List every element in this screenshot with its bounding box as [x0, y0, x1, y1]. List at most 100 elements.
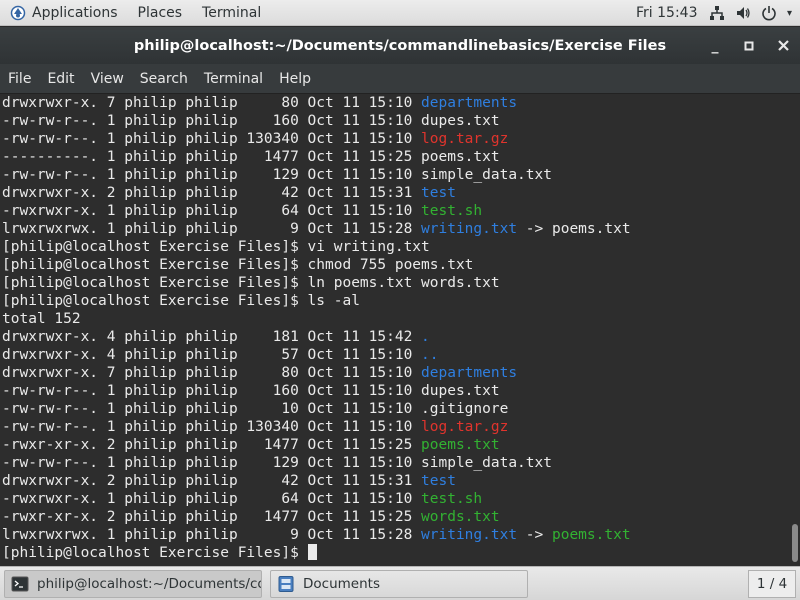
- menu-file[interactable]: File: [0, 71, 39, 87]
- terminal-line-text: -rw-rw-r--. 1 philip philip 130340 Oct 1…: [2, 419, 422, 435]
- terminal-line: drwxrwxr-x. 7 philip philip 80 Oct 11 15…: [0, 364, 790, 382]
- terminal-line: -rwxrwxr-x. 1 philip philip 64 Oct 11 15…: [0, 490, 790, 508]
- menu-view[interactable]: View: [83, 71, 132, 87]
- places-label: Places: [137, 4, 183, 21]
- file-name: .gitignore: [421, 401, 509, 417]
- taskbar-item-label: Documents: [303, 576, 380, 592]
- symlink-target: poems.txt: [551, 221, 631, 237]
- power-icon: [761, 5, 777, 21]
- terminal-line-text: -rw-rw-r--. 1 philip philip 129 Oct 11 1…: [2, 455, 422, 471]
- menu-bar: File Edit View Search Terminal Help: [0, 64, 800, 94]
- terminal-line-text: total 152: [2, 311, 81, 327]
- terminal-line-text: -rw-rw-r--. 1 philip philip 129 Oct 11 1…: [2, 167, 422, 183]
- menu-help[interactable]: Help: [271, 71, 319, 87]
- workspace-indicator: 1 / 4: [756, 576, 788, 592]
- file-name: log.tar.gz: [421, 131, 509, 147]
- file-name: simple_data.txt: [421, 455, 552, 471]
- shell-prompt: [philip@localhost Exercise Files]$: [2, 545, 308, 561]
- terminal-line-text: -rwxr-xr-x. 2 philip philip 1477 Oct 11 …: [2, 437, 422, 453]
- terminal-line-text: [philip@localhost Exercise Files]$ ls -a…: [2, 293, 360, 309]
- terminal-line: total 152: [0, 310, 790, 328]
- terminal-line: ----------. 1 philip philip 1477 Oct 11 …: [0, 148, 790, 166]
- terminal-line-text: -rwxrwxr-x. 1 philip philip 64 Oct 11 15…: [2, 203, 422, 219]
- file-name: test.sh: [421, 491, 483, 507]
- places-menu[interactable]: Places: [128, 0, 193, 26]
- terminal-line: [philip@localhost Exercise Files]$ chmod…: [0, 256, 790, 274]
- scrollbar-thumb[interactable]: [792, 524, 798, 562]
- terminal-line-text: drwxrwxr-x. 7 philip philip 80 Oct 11 15…: [2, 95, 422, 111]
- menu-terminal[interactable]: Terminal: [196, 71, 271, 87]
- symlink-target: poems.txt: [551, 527, 631, 543]
- window-title: philip@localhost:~/Documents/commandline…: [133, 37, 667, 54]
- chevron-down-icon: ▾: [786, 7, 792, 19]
- clock[interactable]: Fri 15:43: [636, 0, 697, 26]
- terminal-line: [philip@localhost Exercise Files]$ ln po…: [0, 274, 790, 292]
- terminal-line-text: ----------. 1 philip philip 1477 Oct 11 …: [2, 149, 422, 165]
- terminal-line: -rw-rw-r--. 1 philip philip 160 Oct 11 1…: [0, 112, 790, 130]
- terminal-line-text: lrwxrwxrwx. 1 philip philip 9 Oct 11 15:…: [2, 221, 422, 237]
- terminal-line: drwxrwxr-x. 4 philip philip 181 Oct 11 1…: [0, 328, 790, 346]
- file-name: simple_data.txt: [421, 167, 552, 183]
- terminal-line: -rwxrwxr-x. 1 philip philip 64 Oct 11 15…: [0, 202, 790, 220]
- workspace-pager[interactable]: 1 / 4: [748, 570, 796, 598]
- terminal-line-text: drwxrwxr-x. 4 philip philip 181 Oct 11 1…: [2, 329, 422, 345]
- minimize-button[interactable]: _: [698, 27, 732, 64]
- terminal-line-text: drwxrwxr-x. 7 philip philip 80 Oct 11 15…: [2, 365, 422, 381]
- file-name: test: [421, 185, 456, 201]
- terminal-line: -rw-rw-r--. 1 philip philip 10 Oct 11 15…: [0, 400, 790, 418]
- terminal-line: -rw-rw-r--. 1 philip philip 160 Oct 11 1…: [0, 382, 790, 400]
- system-menu[interactable]: ▾: [709, 0, 792, 26]
- file-name: poems.txt: [421, 437, 500, 453]
- file-name: words.txt: [421, 509, 500, 525]
- text-cursor: [307, 544, 317, 560]
- terminal-line-text: [philip@localhost Exercise Files]$ ln po…: [2, 275, 500, 291]
- maximize-icon: [744, 41, 754, 50]
- file-manager-icon: [278, 576, 294, 592]
- menu-search[interactable]: Search: [132, 71, 196, 87]
- terminal-line-text: -rwxr-xr-x. 2 philip philip 1477 Oct 11 …: [2, 509, 422, 525]
- terminal-line: -rw-rw-r--. 1 philip philip 130340 Oct 1…: [0, 130, 790, 148]
- terminal-line: -rw-rw-r--. 1 philip philip 130340 Oct 1…: [0, 418, 790, 436]
- terminal-line-text: drwxrwxr-x. 2 philip philip 42 Oct 11 15…: [2, 185, 422, 201]
- clock-label: Fri 15:43: [636, 5, 698, 21]
- terminal-output[interactable]: drwxrwxr-x. 7 philip philip 80 Oct 11 15…: [0, 94, 790, 566]
- terminal-line-text: [philip@localhost Exercise Files]$ vi wr…: [2, 239, 430, 255]
- terminal-line: -rw-rw-r--. 1 philip philip 129 Oct 11 1…: [0, 166, 790, 184]
- file-name: log.tar.gz: [421, 419, 509, 435]
- applications-label: Applications: [32, 4, 118, 21]
- applications-menu[interactable]: Applications: [0, 0, 128, 26]
- applications-icon: [10, 5, 26, 20]
- volume-icon: [735, 5, 751, 21]
- terminal-line: -rwxr-xr-x. 2 philip philip 1477 Oct 11 …: [0, 508, 790, 526]
- file-name: writing.txt: [421, 527, 518, 543]
- taskbar-item-terminal[interactable]: philip@localhost:~/Documents/com…: [4, 570, 262, 598]
- close-button[interactable]: [766, 27, 800, 64]
- terminal-line-text: -rw-rw-r--. 1 philip philip 130340 Oct 1…: [2, 131, 422, 147]
- terminal-app-menu[interactable]: Terminal: [192, 0, 271, 26]
- terminal-line: lrwxrwxrwx. 1 philip philip 9 Oct 11 15:…: [0, 220, 790, 238]
- terminal-prompt-line[interactable]: [philip@localhost Exercise Files]$: [0, 544, 790, 562]
- terminal-line: drwxrwxr-x. 4 philip philip 57 Oct 11 15…: [0, 346, 790, 364]
- file-name: departments: [421, 95, 518, 111]
- taskbar: philip@localhost:~/Documents/com… Docume…: [0, 566, 800, 600]
- network-icon: [709, 5, 725, 21]
- file-name: writing.txt: [421, 221, 518, 237]
- window-titlebar[interactable]: philip@localhost:~/Documents/commandline…: [0, 27, 800, 64]
- terminal-line-text: [philip@localhost Exercise Files]$ chmod…: [2, 257, 474, 273]
- file-name: dupes.txt: [421, 113, 500, 129]
- close-icon: [777, 40, 789, 51]
- symlink-arrow: ->: [517, 527, 552, 543]
- terminal-line-text: -rw-rw-r--. 1 philip philip 10 Oct 11 15…: [2, 401, 422, 417]
- file-name: dupes.txt: [421, 383, 500, 399]
- terminal-line-text: -rwxrwxr-x. 1 philip philip 64 Oct 11 15…: [2, 491, 422, 507]
- terminal-line: lrwxrwxrwx. 1 philip philip 9 Oct 11 15:…: [0, 526, 790, 544]
- maximize-button[interactable]: [732, 27, 766, 64]
- terminal-line-text: drwxrwxr-x. 2 philip philip 42 Oct 11 15…: [2, 473, 422, 489]
- menu-edit[interactable]: Edit: [39, 71, 82, 87]
- terminal-scrollbar[interactable]: [790, 94, 800, 566]
- taskbar-item-documents[interactable]: Documents: [270, 570, 528, 598]
- terminal-line-text: lrwxrwxrwx. 1 philip philip 9 Oct 11 15:…: [2, 527, 422, 543]
- file-name: .: [421, 329, 430, 345]
- terminal-line: -rwxr-xr-x. 2 philip philip 1477 Oct 11 …: [0, 436, 790, 454]
- top-bar: Applications Places Terminal Fri 15:43 ▾: [0, 0, 800, 26]
